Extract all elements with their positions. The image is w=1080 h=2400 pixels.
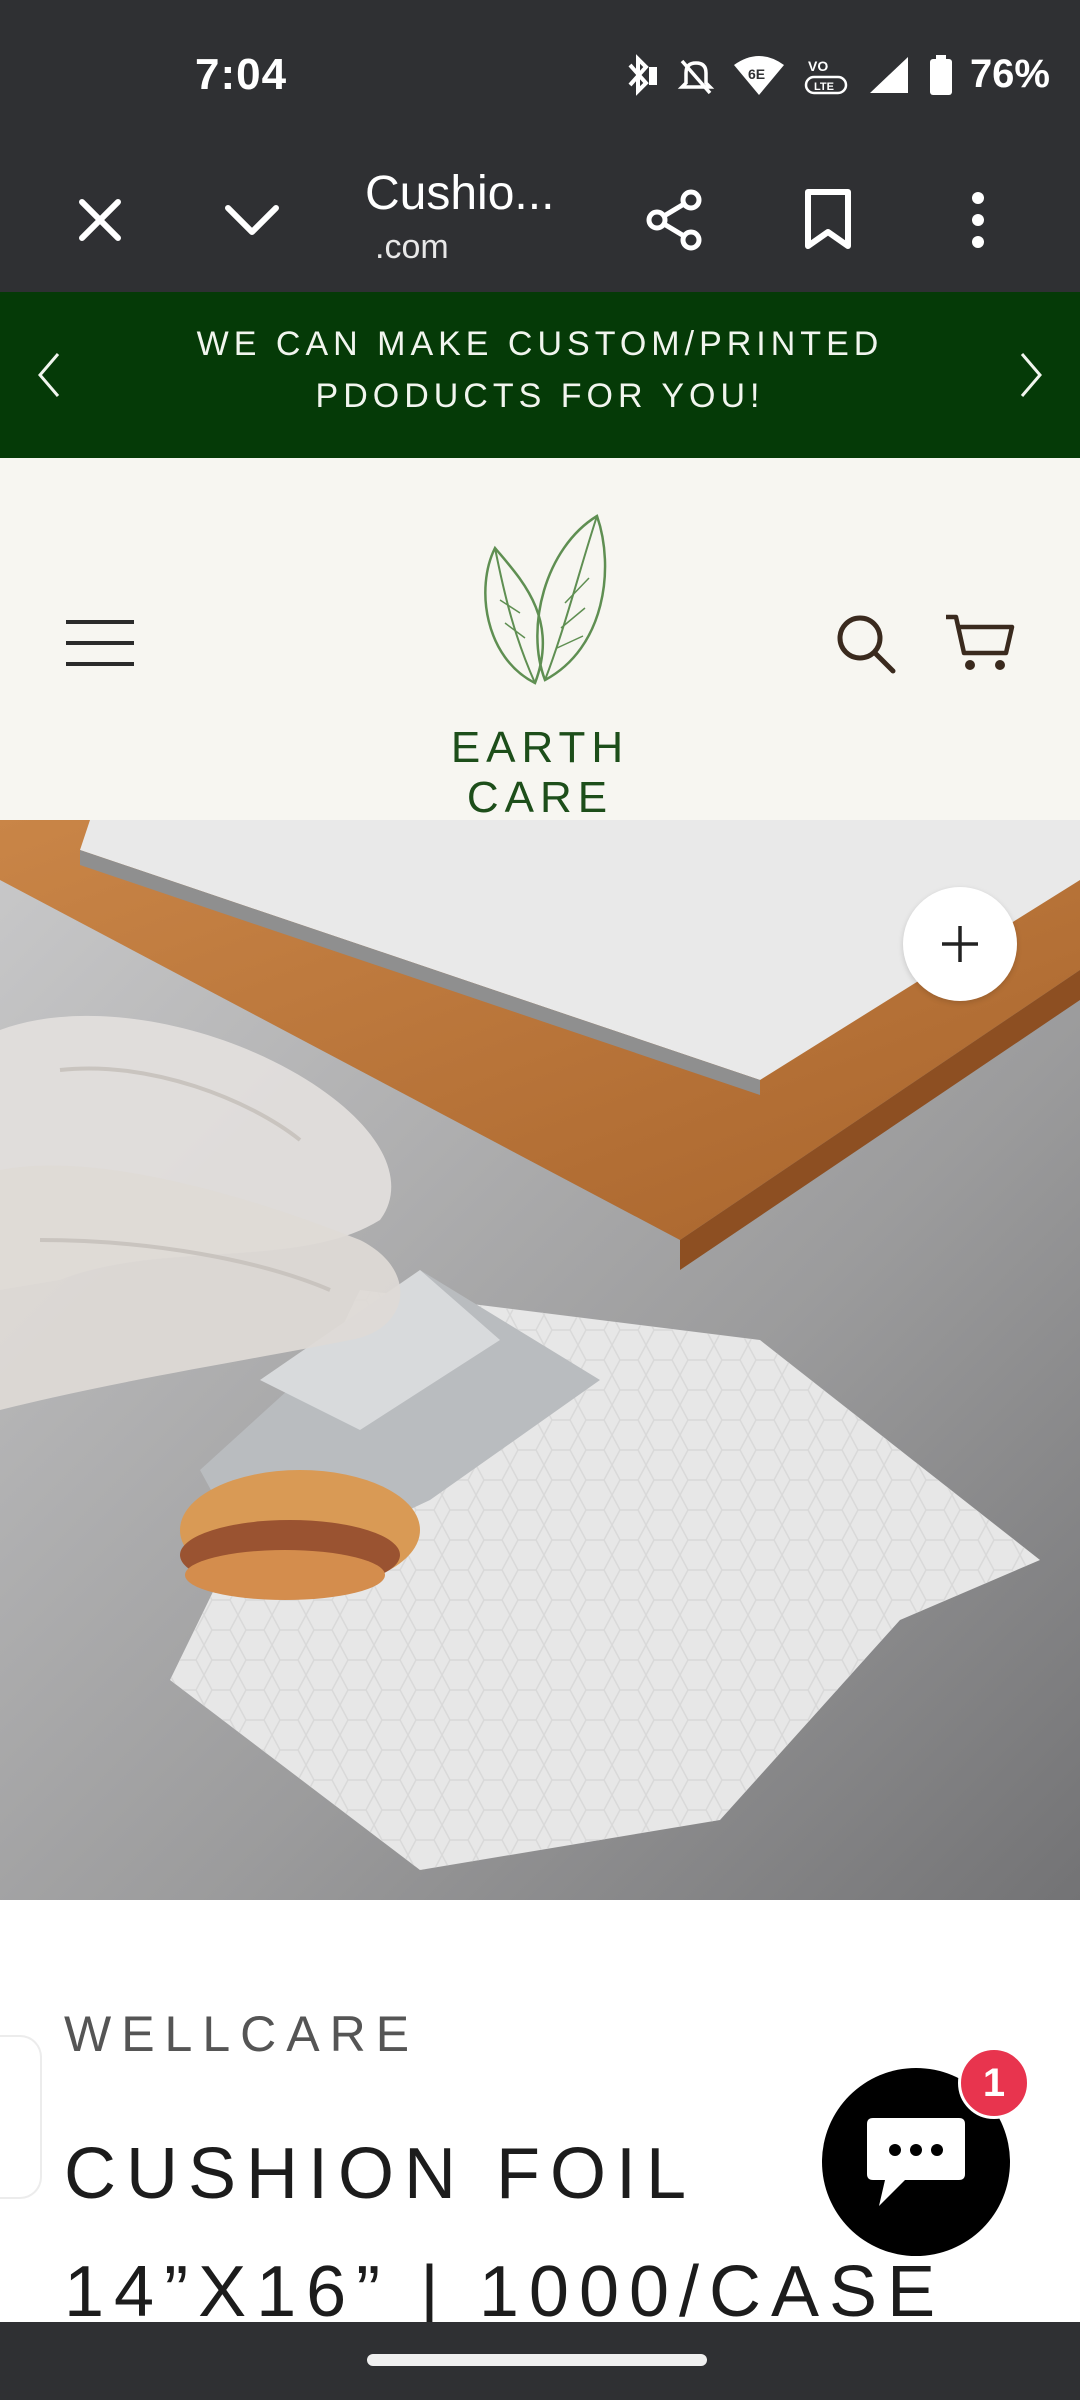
signal-icon [866,53,912,97]
leaf-logo-icon [484,514,607,685]
search-button[interactable] [820,598,910,688]
chat-notification-badge: 1 [958,2047,1030,2119]
close-tab-button[interactable] [50,170,150,270]
product-vendor[interactable]: WELLCARE [64,2005,419,2063]
status-icons: 6E VO LTE 76% [620,52,1050,97]
chevron-down-icon [225,205,279,235]
svg-text:LTE: LTE [814,81,834,93]
wifi-6e-icon: 6E [732,53,786,97]
chevron-right-icon [1020,353,1042,397]
bookmark-button[interactable] [778,170,878,270]
earth-care-logo[interactable]: EARTH CARE [370,508,710,822]
home-gesture-handle[interactable] [367,2354,707,2366]
battery-icon [928,53,954,97]
browser-toolbar: Cushio... .com [0,150,1080,294]
battery-percent: 76% [969,52,1050,96]
volte-icon: VO LTE [802,53,850,97]
hamburger-icon [66,620,134,666]
plus-icon [942,926,978,962]
promo-next-button[interactable] [996,340,1066,410]
site-header: EARTH CARE [0,458,1080,822]
bookmark-icon [805,189,851,249]
svg-text:VO: VO [808,58,828,74]
minimize-tab-button[interactable] [202,170,302,270]
bluetooth-icon [620,53,660,97]
chat-bubble-icon [867,2118,965,2206]
close-icon [79,199,121,241]
share-icon [646,189,702,251]
promo-banner: WE CAN MAKE CUSTOM/PRINTED PDODUCTS FOR … [0,292,1080,458]
side-tab[interactable] [0,2035,42,2199]
zoom-button[interactable] [903,887,1017,1001]
product-image[interactable] [0,820,1080,1900]
mute-icon [676,53,716,97]
more-options-button[interactable] [928,170,1028,270]
share-button[interactable] [625,170,725,270]
status-bar: 7:04 6E VO LTE 76% [0,0,1080,150]
page-domain[interactable]: .com [375,228,449,267]
page-title[interactable]: Cushio... [365,166,554,221]
promo-prev-button[interactable] [14,340,84,410]
brand-name: EARTH CARE [450,723,630,822]
menu-button[interactable] [55,598,145,688]
promo-text: WE CAN MAKE CUSTOM/PRINTED PDODUCTS FOR … [196,325,884,415]
cart-icon [946,614,1015,670]
more-vertical-icon [972,192,984,248]
system-nav-bar [0,2322,1080,2400]
svg-text:6E: 6E [748,66,765,82]
chevron-left-icon [38,353,60,397]
status-time: 7:04 [195,50,288,99]
search-icon [837,615,896,674]
cart-button[interactable] [935,598,1025,688]
